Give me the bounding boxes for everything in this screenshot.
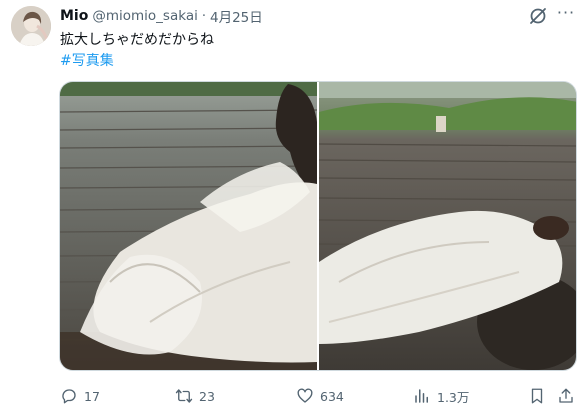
reply-button[interactable]: 17: [60, 386, 100, 406]
bookmark-icon: [531, 388, 543, 404]
share-icon: [559, 388, 573, 403]
tweet-card[interactable]: Mio @miomio_sakai · 4月25日 ··· 拡大しちゃだめだから…: [0, 0, 586, 415]
views-button[interactable]: 1.3万: [413, 386, 469, 406]
like-button[interactable]: 634: [296, 386, 344, 406]
repost-button[interactable]: 23: [175, 386, 215, 406]
analytics-icon: [415, 389, 428, 403]
grok-icon[interactable]: [528, 6, 548, 26]
tweet-text: 拡大しちゃだめだからね: [60, 32, 214, 48]
reply-icon: [62, 389, 76, 404]
avatar[interactable]: [11, 6, 51, 46]
bookmark-button[interactable]: [528, 386, 546, 406]
separator-dot: ·: [201, 8, 206, 24]
action-bar: 17 23 634 1.3万: [0, 380, 586, 410]
media-grid: [59, 81, 577, 371]
reply-count: 17: [84, 388, 100, 404]
author-name[interactable]: Mio: [60, 8, 88, 24]
view-count: 1.3万: [437, 389, 470, 405]
more-options-icon[interactable]: ···: [555, 5, 577, 26]
tweet-date[interactable]: 4月25日: [210, 6, 263, 26]
heart-icon: [297, 388, 313, 403]
avatar-image: [11, 6, 51, 46]
repost-icon: [175, 389, 193, 403]
photo-2[interactable]: [319, 82, 576, 370]
hashtag-link[interactable]: #写真集: [60, 50, 114, 70]
like-count: 634: [320, 388, 344, 404]
photo-1[interactable]: [60, 82, 317, 370]
share-button[interactable]: [557, 386, 575, 406]
tweet-header: Mio @miomio_sakai · 4月25日: [60, 6, 263, 26]
repost-count: 23: [199, 388, 215, 404]
author-handle[interactable]: @miomio_sakai: [92, 8, 197, 24]
